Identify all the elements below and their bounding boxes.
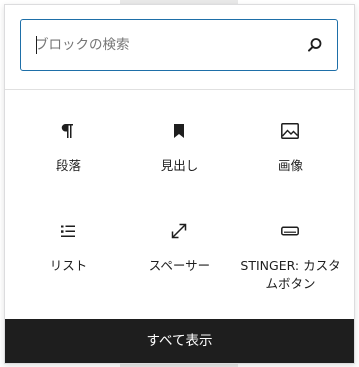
paragraph-icon [56, 119, 80, 143]
block-item-label: 画像 [277, 158, 303, 173]
block-item-list[interactable]: リスト [13, 207, 124, 307]
block-item-custom-button[interactable]: STINGER: カスタムボタン [235, 207, 346, 307]
block-item-label: スペーサー [148, 258, 211, 273]
search-input[interactable] [35, 20, 295, 69]
text-caret [36, 36, 37, 54]
search-box[interactable] [20, 19, 338, 71]
block-item-spacer[interactable]: スペーサー [124, 207, 235, 307]
block-item-image[interactable]: 画像 [235, 107, 346, 207]
search-icon[interactable] [305, 35, 325, 55]
block-item-paragraph[interactable]: 段落 [13, 107, 124, 207]
block-inserter-popover: 段落 見出し 画像 [4, 4, 355, 364]
block-item-label: リスト [49, 258, 88, 273]
block-item-heading[interactable]: 見出し [124, 107, 235, 207]
list-icon [56, 219, 80, 243]
block-item-label: 段落 [55, 158, 81, 173]
resize-icon [167, 219, 191, 243]
show-all-button[interactable]: すべて表示 [5, 319, 354, 363]
button-icon [278, 219, 302, 243]
bookmark-icon [167, 119, 191, 143]
search-divider [5, 89, 354, 90]
block-item-label: STINGER: カスタムボタン [240, 258, 341, 291]
block-item-label: 見出し [160, 158, 199, 173]
image-icon [278, 119, 302, 143]
